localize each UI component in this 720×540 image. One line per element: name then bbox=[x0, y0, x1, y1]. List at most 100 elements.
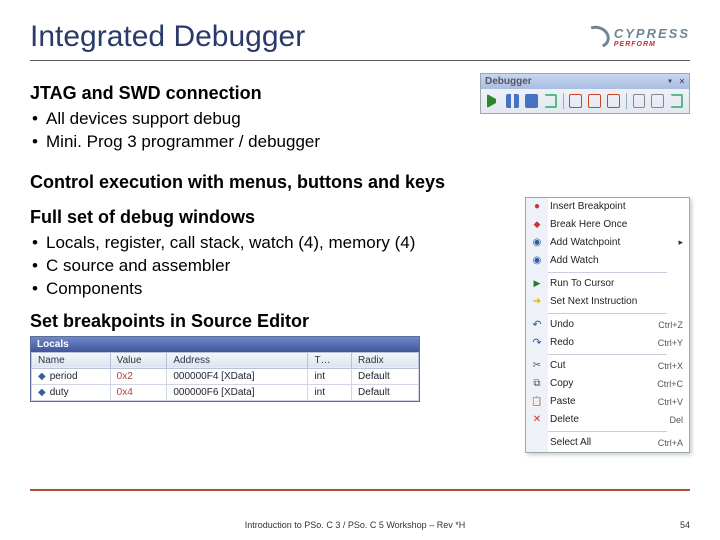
menu-item[interactable]: Copy Ctrl+C bbox=[526, 375, 689, 393]
stop-icon[interactable] bbox=[525, 94, 538, 108]
locals-col-name[interactable]: Name bbox=[32, 352, 111, 368]
refresh-icon[interactable] bbox=[670, 94, 683, 108]
menu-item[interactable]: Break Here Once bbox=[526, 216, 689, 234]
toolbar-separator bbox=[563, 93, 564, 109]
step-over-icon[interactable] bbox=[588, 94, 601, 108]
slide-title: Integrated Debugger bbox=[30, 20, 305, 54]
eye-icon bbox=[530, 236, 544, 250]
menu-separator bbox=[548, 272, 667, 273]
title-divider bbox=[30, 60, 690, 61]
menu-item-shortcut: Ctrl+C bbox=[657, 379, 683, 389]
menu-item[interactable]: Redo Ctrl+Y bbox=[526, 334, 689, 352]
toggle-bp-icon[interactable] bbox=[633, 94, 646, 108]
locals-col-type[interactable]: T… bbox=[308, 352, 352, 368]
bottom-divider bbox=[30, 489, 690, 491]
restart-icon[interactable] bbox=[544, 94, 557, 108]
locals-cell-type: int bbox=[308, 384, 352, 400]
bullet: C source and assembler bbox=[30, 255, 515, 278]
menu-item[interactable]: Paste Ctrl+V bbox=[526, 393, 689, 411]
und-icon bbox=[530, 318, 544, 332]
pst-icon bbox=[530, 395, 544, 409]
bullet: Components bbox=[30, 278, 515, 301]
del-icon bbox=[530, 413, 544, 427]
section1-heading: JTAG and SWD connection bbox=[30, 83, 470, 104]
disable-bp-icon[interactable] bbox=[651, 94, 664, 108]
step-out-icon[interactable] bbox=[607, 94, 620, 108]
toolbar-separator bbox=[626, 93, 627, 109]
sq-icon bbox=[530, 218, 544, 232]
section2-heading: Control execution with menus, buttons an… bbox=[30, 172, 690, 193]
menu-item-shortcut: Del bbox=[669, 415, 683, 425]
menu-item-label: Add Watchpoint bbox=[550, 237, 672, 248]
menu-item-label: Run To Cursor bbox=[550, 278, 683, 289]
menu-separator bbox=[548, 313, 667, 314]
step-into-icon[interactable] bbox=[569, 94, 582, 108]
menu-item[interactable]: Insert Breakpoint bbox=[526, 198, 689, 216]
locals-cell-radix: Default bbox=[352, 368, 419, 384]
locals-col-address[interactable]: Address bbox=[167, 352, 308, 368]
blank-icon bbox=[530, 436, 544, 450]
menu-item[interactable]: Run To Cursor bbox=[526, 275, 689, 293]
logo-subtext: PERFORM bbox=[614, 41, 690, 48]
section4-heading: Set breakpoints in Source Editor bbox=[30, 311, 515, 332]
bullet: Locals, register, call stack, watch (4),… bbox=[30, 232, 515, 255]
menu-separator bbox=[548, 431, 667, 432]
pause-icon[interactable] bbox=[506, 94, 519, 108]
play-icon[interactable] bbox=[487, 94, 500, 108]
locals-cell-address: 000000F6 [XData] bbox=[167, 384, 308, 400]
toolbar-caption: Debugger bbox=[485, 76, 532, 87]
menu-item-label: Break Here Once bbox=[550, 219, 683, 230]
menu-item[interactable]: Select AllCtrl+A bbox=[526, 434, 689, 452]
cypress-logo: CYPRESS PERFORM bbox=[584, 20, 690, 48]
locals-col-value[interactable]: Value bbox=[110, 352, 167, 368]
locals-cell-radix: Default bbox=[352, 384, 419, 400]
logo-text: CYPRESS bbox=[614, 26, 690, 41]
editor-context-menu: Insert Breakpoint Break Here Once Add Watc… bbox=[525, 197, 690, 453]
cur-icon bbox=[530, 277, 544, 291]
submenu-arrow-icon: ▸ bbox=[678, 237, 683, 248]
bullet: Mini. Prog 3 programmer / debugger bbox=[30, 131, 470, 154]
cop-icon bbox=[530, 377, 544, 391]
bullet: All devices support debug bbox=[30, 108, 470, 131]
locals-window: Locals Name Value Address T… Radix ◆peri… bbox=[30, 336, 420, 402]
menu-item[interactable]: Cut Ctrl+X bbox=[526, 357, 689, 375]
menu-item[interactable]: Delete Del bbox=[526, 411, 689, 429]
locals-cell-name: ◆duty bbox=[32, 384, 111, 400]
menu-separator bbox=[548, 354, 667, 355]
menu-item-label: Undo bbox=[550, 319, 652, 330]
menu-item-label: Cut bbox=[550, 360, 652, 371]
locals-cell-address: 000000F4 [XData] bbox=[167, 368, 308, 384]
yel-icon bbox=[530, 295, 544, 309]
menu-item-label: Set Next Instruction bbox=[550, 296, 683, 307]
toolbar-close-icon[interactable]: ▾ ✕ bbox=[667, 76, 685, 87]
locals-caption: Locals bbox=[31, 337, 419, 352]
menu-item[interactable]: Set Next Instruction bbox=[526, 293, 689, 311]
section3-heading: Full set of debug windows bbox=[30, 207, 515, 228]
menu-item-label: Select All bbox=[550, 437, 652, 448]
menu-item[interactable]: Add Watch bbox=[526, 252, 689, 270]
eye-icon bbox=[530, 254, 544, 268]
menu-item-label: Redo bbox=[550, 337, 652, 348]
menu-item-label: Copy bbox=[550, 378, 651, 389]
menu-item-label: Paste bbox=[550, 396, 652, 407]
locals-col-radix[interactable]: Radix bbox=[352, 352, 419, 368]
dot-icon bbox=[530, 200, 544, 214]
logo-swoosh-icon bbox=[581, 22, 613, 52]
locals-cell-type: int bbox=[308, 368, 352, 384]
menu-item[interactable]: UndoCtrl+Z bbox=[526, 316, 689, 334]
red-icon bbox=[530, 336, 544, 350]
cut-icon bbox=[530, 359, 544, 373]
footer-text: Introduction to PSo. C 3 / PSo. C 5 Work… bbox=[30, 520, 680, 530]
menu-item-shortcut: Ctrl+X bbox=[658, 361, 683, 371]
locals-cell-value: 0x2 bbox=[110, 368, 167, 384]
menu-item-shortcut: Ctrl+Y bbox=[658, 338, 683, 348]
page-number: 54 bbox=[680, 520, 690, 530]
menu-item-label: Add Watch bbox=[550, 255, 683, 266]
locals-cell-name: ◆period bbox=[32, 368, 111, 384]
locals-row[interactable]: ◆duty0x4000000F6 [XData]intDefault bbox=[32, 384, 419, 400]
menu-item-shortcut: Ctrl+V bbox=[658, 397, 683, 407]
menu-item-label: Insert Breakpoint bbox=[550, 201, 683, 212]
menu-item-label: Delete bbox=[550, 414, 663, 425]
menu-item[interactable]: Add Watchpoint ▸ bbox=[526, 234, 689, 252]
locals-row[interactable]: ◆period0x2000000F4 [XData]intDefault bbox=[32, 368, 419, 384]
